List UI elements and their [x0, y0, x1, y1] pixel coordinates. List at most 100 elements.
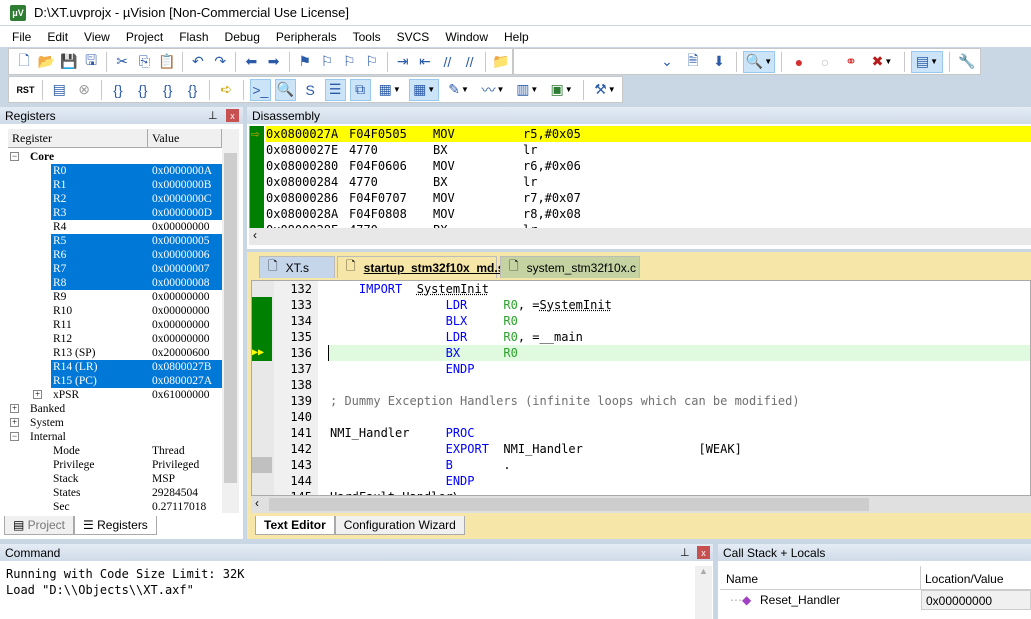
system-viewer-button[interactable]: ▣ ▼: [546, 79, 576, 101]
next-bookmark-button[interactable]: ⚐: [340, 51, 358, 73]
register-row[interactable]: R11 0x00000000: [8, 318, 222, 332]
tab-text-editor[interactable]: Text Editor: [255, 516, 335, 535]
dropdown-arrow-icon[interactable]: ▼: [530, 85, 538, 94]
pin-icon[interactable]: ⊥: [680, 546, 690, 559]
disassembly-row[interactable]: 0x08000280 F04F0606 MOV r6,#0x06: [266, 158, 1031, 174]
toolbox-button[interactable]: ⚒ ▼: [590, 79, 620, 101]
dropdown-arrow-icon[interactable]: ▼: [427, 85, 435, 94]
kill-breakpoints-button[interactable]: ✖ ▼: [866, 51, 898, 73]
analysis-window-button[interactable]: 〰 ▼: [478, 79, 508, 101]
reset-button[interactable]: RST: [15, 79, 36, 101]
dropdown-arrow-icon[interactable]: ▼: [393, 85, 401, 94]
stop-button[interactable]: ⊗: [74, 79, 95, 101]
expand-icon[interactable]: +: [10, 418, 19, 427]
dropdown-arrow-icon[interactable]: ▼: [608, 85, 616, 94]
navigate-forward-button[interactable]: ➡: [264, 51, 282, 73]
register-row[interactable]: R1 0x0000000B: [8, 178, 222, 192]
command-scrollbar[interactable]: ▲: [695, 566, 712, 619]
register-row[interactable]: R12 0x00000000: [8, 332, 222, 346]
memory-window-button[interactable]: ▦ ▼: [408, 78, 440, 101]
command-output[interactable]: Running with Code Size Limit: 32K Load "…: [6, 566, 244, 598]
register-row[interactable]: − Core: [8, 150, 222, 164]
show-next-statement-button[interactable]: ➪: [216, 79, 237, 101]
code-line[interactable]: ▶▶ 136 BX R0: [252, 345, 1030, 361]
register-row[interactable]: R3 0x0000000D: [8, 206, 222, 220]
registers-scrollbar[interactable]: [222, 129, 239, 513]
configure-button[interactable]: 🔧: [956, 51, 978, 73]
register-row[interactable]: States 29284504: [8, 486, 222, 500]
menu-tools[interactable]: Tools: [345, 30, 389, 44]
cut-button[interactable]: ✂: [113, 51, 131, 73]
disassembly-row[interactable]: 0x0800027E 4770 BX lr: [266, 142, 1031, 158]
disassembly-row[interactable]: 0x0800028A F04F0808 MOV r8,#0x08: [266, 206, 1031, 222]
col-name[interactable]: Name: [720, 566, 921, 589]
code-line[interactable]: 143 B .: [252, 457, 1030, 473]
step-into-button[interactable]: {}: [108, 79, 129, 101]
pin-icon[interactable]: ⊥: [208, 109, 218, 122]
scroll-thumb[interactable]: [224, 153, 237, 483]
dropdown-arrow-icon[interactable]: ▼: [930, 57, 938, 66]
menu-project[interactable]: Project: [118, 30, 171, 44]
save-all-button[interactable]: 🖫: [82, 51, 100, 73]
registers-window-button[interactable]: ☰: [324, 78, 346, 101]
indent-button[interactable]: ⇥: [394, 51, 412, 73]
collapse-icon[interactable]: −: [10, 152, 19, 161]
code-line[interactable]: 138: [252, 377, 1030, 393]
editor-hscroll[interactable]: ‹: [251, 496, 1031, 513]
code-line[interactable]: 132 IMPORT SystemInit: [252, 281, 1030, 297]
register-row[interactable]: Privilege Privileged: [8, 458, 222, 472]
editor-tab[interactable]: 🗋 XT.s: [259, 256, 335, 278]
save-button[interactable]: 💾: [60, 51, 78, 73]
register-row[interactable]: R4 0x00000000: [8, 220, 222, 234]
code-line[interactable]: 142 EXPORT NMI_Handler [WEAK]: [252, 441, 1030, 457]
trace-window-button[interactable]: ▥ ▼: [512, 79, 542, 101]
register-row[interactable]: R10 0x00000000: [8, 304, 222, 318]
editor-tab[interactable]: 🗋 startup_stm32f10x_md.s: [337, 256, 504, 278]
menu-peripherals[interactable]: Peripherals: [268, 30, 345, 44]
incremental-find-button[interactable]: ⬇: [708, 51, 730, 73]
unindent-button[interactable]: ⇤: [416, 51, 434, 73]
copy-button[interactable]: ⎘: [135, 51, 153, 73]
close-icon[interactable]: x: [226, 109, 239, 122]
call-stack-window-button[interactable]: ⧉: [349, 78, 371, 101]
collapse-icon[interactable]: −: [10, 432, 19, 441]
register-row[interactable]: + Banked: [8, 402, 222, 416]
menu-file[interactable]: File: [4, 30, 39, 44]
comment-button[interactable]: //: [438, 51, 456, 73]
menu-flash[interactable]: Flash: [171, 30, 216, 44]
dropdown-arrow-icon[interactable]: ▼: [496, 85, 504, 94]
serial-window-button[interactable]: ✎ ▼: [443, 79, 473, 101]
register-row[interactable]: R13 (SP) 0x20000600: [8, 346, 222, 360]
disassembly-hscroll[interactable]: ‹: [249, 228, 1031, 245]
debug-session-button[interactable]: 🔍 ▼: [743, 50, 775, 73]
command-window-button[interactable]: >_: [249, 78, 271, 101]
tab-project[interactable]: ▤ Project: [4, 516, 75, 535]
find-in-files-button[interactable]: 📁: [492, 51, 510, 73]
register-row[interactable]: Stack MSP: [8, 472, 222, 486]
tab-registers[interactable]: ☰ Registers: [74, 516, 157, 535]
dropdown-arrow-icon[interactable]: ▼: [565, 85, 573, 94]
open-folder-button[interactable]: 📂: [37, 51, 55, 73]
bookmark-button[interactable]: ⚑: [296, 51, 314, 73]
expand-icon[interactable]: +: [10, 404, 19, 413]
editor-tab[interactable]: 🗋 system_stm32f10x.c: [500, 256, 640, 278]
register-row[interactable]: R14 (LR) 0x0800027B: [8, 360, 222, 374]
dropdown-arrow-icon[interactable]: ▼: [461, 85, 469, 94]
disassembly-view[interactable]: ⇨ 0x0800027A F04F0505 MOV r5,#0x05 0x0800027E…: [249, 126, 1031, 228]
col-location[interactable]: Location/Value: [921, 566, 1008, 589]
register-row[interactable]: R6 0x00000006: [8, 248, 222, 262]
menu-edit[interactable]: Edit: [39, 30, 76, 44]
scroll-thumb[interactable]: [269, 498, 869, 511]
tab-configuration-wizard[interactable]: Configuration Wizard: [334, 516, 465, 535]
register-row[interactable]: R15 (PC) 0x0800027A: [8, 374, 222, 388]
close-icon[interactable]: x: [697, 546, 710, 559]
step-out-button[interactable]: {}: [157, 79, 178, 101]
register-row[interactable]: R7 0x00000007: [8, 262, 222, 276]
symbols-window-button[interactable]: S: [300, 79, 321, 101]
watch-window-button[interactable]: ▦ ▼: [375, 79, 405, 101]
register-row[interactable]: Sec 0.27117018: [8, 500, 222, 514]
register-row[interactable]: + System: [8, 416, 222, 430]
register-row[interactable]: R2 0x0000000C: [8, 192, 222, 206]
code-line[interactable]: 144 ENDP: [252, 473, 1030, 489]
register-row[interactable]: R5 0x00000005: [8, 234, 222, 248]
